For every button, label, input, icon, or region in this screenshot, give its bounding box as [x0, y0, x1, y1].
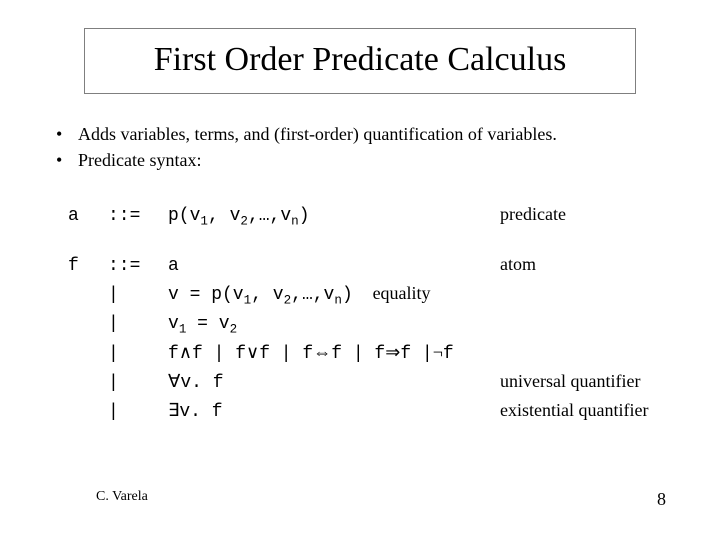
footer-page-number: 8: [657, 489, 666, 510]
prod-text: ,…,v: [248, 206, 291, 226]
footer: C. Varela 8: [0, 489, 720, 510]
grammar-row-f-connectives: | f∧f | f∨f | f⇔f | f⇒f |¬f: [68, 339, 680, 368]
iff-icon: ⇔: [313, 342, 331, 362]
prod-text: f | f: [192, 344, 246, 364]
prod-text: , v: [251, 285, 283, 305]
nonterminal-a: a: [68, 203, 108, 230]
slide: First Order Predicate Calculus • Adds va…: [0, 0, 720, 540]
bullet-item: • Predicate syntax:: [56, 148, 680, 172]
note-predicate: predicate: [500, 201, 680, 228]
op-define: ::=: [108, 253, 168, 280]
grammar-row-f-equality: | v = p(v1, v2,…,vn) equality: [68, 280, 680, 310]
production-exists: ∃v. f: [168, 397, 500, 426]
title-box: First Order Predicate Calculus: [84, 28, 636, 94]
prod-text: ,…,v: [291, 285, 334, 305]
production-a: p(v1, v2,…,vn): [168, 203, 500, 231]
note-existential: existential quantifier: [500, 397, 680, 424]
nonterminal-f: f: [68, 253, 108, 280]
grammar-block: a ::= p(v1, v2,…,vn) predicate f ::= a a…: [68, 201, 680, 426]
production-forall: ∀v. f: [168, 368, 500, 397]
subscript: n: [334, 294, 342, 308]
prod-text: v. f: [180, 373, 223, 393]
prod-text: f | f: [331, 344, 385, 364]
not-icon: ¬: [433, 342, 443, 362]
op-alt: |: [108, 341, 168, 368]
prod-text: f: [443, 344, 454, 364]
or-icon: ∨: [246, 342, 259, 362]
op-alt: |: [108, 282, 168, 309]
bullet-list: • Adds variables, terms, and (first-orde…: [56, 122, 680, 173]
op-alt: |: [108, 370, 168, 397]
forall-icon: ∀: [168, 371, 180, 391]
bullet-dot: •: [56, 148, 78, 172]
grammar-row-a: a ::= p(v1, v2,…,vn) predicate: [68, 201, 680, 231]
production-connectives: f∧f | f∨f | f⇔f | f⇒f |¬f: [168, 339, 500, 368]
grammar-row-f-atom: f ::= a atom: [68, 251, 680, 280]
prod-text: , v: [208, 206, 240, 226]
note-equality: equality: [373, 283, 431, 303]
prod-text: f | f: [259, 344, 313, 364]
prod-text: f |: [400, 344, 432, 364]
grammar-row-f-eq2: | v1 = v2: [68, 311, 680, 339]
bullet-text: Adds variables, terms, and (first-order)…: [78, 122, 557, 146]
exists-icon: ∃: [168, 400, 179, 420]
op-define: ::=: [108, 203, 168, 230]
prod-text: p(v: [168, 206, 200, 226]
subscript: n: [291, 214, 299, 228]
production-eq2: v1 = v2: [168, 311, 500, 339]
op-alt: |: [108, 311, 168, 338]
production-equality: v = p(v1, v2,…,vn) equality: [168, 280, 500, 310]
bullet-dot: •: [56, 122, 78, 146]
subscript: 2: [230, 322, 238, 336]
note-inline: equality: [364, 283, 431, 303]
grammar-row-f-forall: | ∀v. f universal quantifier: [68, 368, 680, 397]
subscript: 2: [240, 214, 248, 228]
prod-text: ): [299, 206, 310, 226]
bullet-item: • Adds variables, terms, and (first-orde…: [56, 122, 680, 146]
op-alt: |: [108, 399, 168, 426]
footer-author: C. Varela: [96, 489, 148, 510]
note-atom: atom: [500, 251, 680, 278]
prod-text: f: [168, 344, 179, 364]
production-atom: a: [168, 253, 500, 280]
subscript: 1: [200, 214, 208, 228]
grammar-row-f-exists: | ∃v. f existential quantifier: [68, 397, 680, 426]
spacer: [68, 231, 680, 251]
implies-icon: ⇒: [385, 342, 400, 362]
prod-text: v = p(v: [168, 285, 244, 305]
prod-text: = v: [186, 314, 229, 334]
note-universal: universal quantifier: [500, 368, 680, 395]
prod-text: v: [168, 314, 179, 334]
page-title: First Order Predicate Calculus: [105, 41, 615, 79]
and-icon: ∧: [179, 342, 192, 362]
prod-text: ): [342, 285, 353, 305]
prod-text: v. f: [179, 402, 222, 422]
bullet-text: Predicate syntax:: [78, 148, 201, 172]
